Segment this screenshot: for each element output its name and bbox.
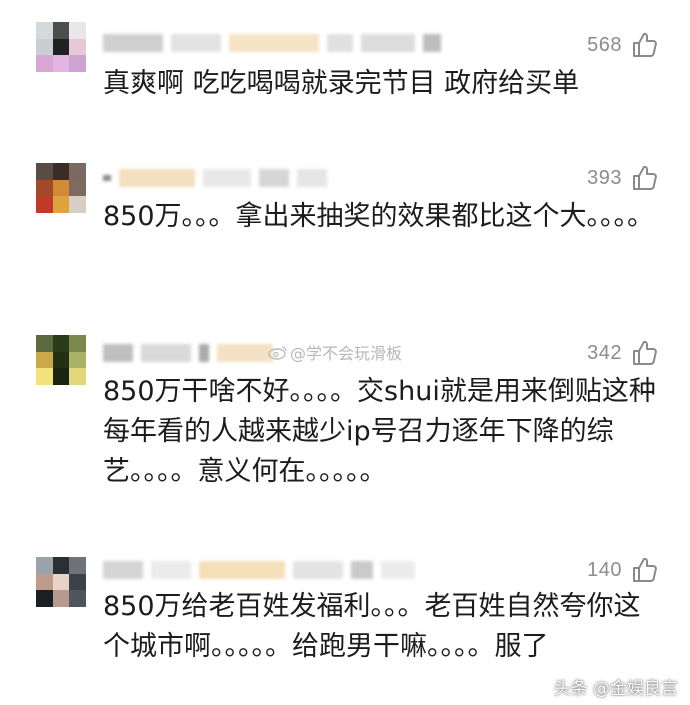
like-control[interactable]: 393 (587, 163, 660, 193)
avatar-pixel (52, 179, 70, 197)
avatar-pixel (36, 590, 53, 607)
avatar-pixel (69, 557, 86, 574)
avatar[interactable] (36, 22, 86, 72)
thumbs-up-icon[interactable] (630, 338, 660, 368)
comment-text: 850万干啥不好。。。。交shui就是用来倒贴这种每年看的人越来越少ip号召力逐… (103, 376, 656, 487)
like-count: 342 (587, 341, 622, 364)
avatar-pixel (52, 163, 70, 180)
avatar-pixel (36, 163, 53, 180)
toutiao-watermark: 头条 @金娱良言 (553, 679, 678, 699)
comment-text: 真爽啊 吃吃喝喝就录完节目 政府给买单 (103, 68, 580, 99)
avatar-pixel (36, 22, 53, 39)
avatar-pixel (36, 55, 53, 72)
avatar-pixel (69, 22, 86, 39)
avatar-pixel (52, 590, 70, 607)
username-blurred[interactable] (103, 167, 327, 189)
avatar-pixel (36, 368, 53, 385)
username-blurred[interactable] (103, 559, 415, 581)
avatar-pixel (69, 196, 86, 213)
weibo-logo-icon (268, 346, 287, 360)
avatar-pixel (69, 368, 86, 385)
avatar-pixel (52, 22, 70, 39)
avatar-pixel (52, 351, 70, 369)
avatar-pixel (52, 368, 70, 385)
like-count: 568 (587, 33, 622, 56)
weibo-watermark-text: @学不会玩滑板 (290, 344, 403, 363)
avatar-pixel (36, 573, 53, 591)
thumbs-up-icon[interactable] (630, 163, 660, 193)
avatar-pixel (52, 55, 70, 72)
avatar-pixel (69, 590, 86, 607)
avatar-pixel (69, 163, 86, 180)
avatar-pixel (52, 335, 70, 352)
avatar[interactable] (36, 335, 86, 385)
avatar-pixel (36, 335, 53, 352)
avatar-pixel (69, 38, 86, 56)
like-count: 140 (587, 558, 622, 581)
weibo-watermark: @学不会玩滑板 (268, 340, 402, 364)
avatar-pixel (69, 351, 86, 369)
avatar-pixel (36, 557, 53, 574)
avatar-pixel (52, 38, 70, 56)
like-count: 393 (587, 166, 622, 189)
avatar-pixel (36, 196, 53, 213)
avatar-pixel (36, 179, 53, 197)
avatar-pixel (36, 38, 53, 56)
avatar-pixel (69, 573, 86, 591)
avatar-pixel (36, 351, 53, 369)
like-control[interactable]: 568 (587, 30, 660, 60)
avatar-pixel (52, 196, 70, 213)
comment-text: 850万给老百姓发福利。。。老百姓自然夸你这个城市啊。。。。。给跑男干嘛。。。。… (103, 591, 641, 662)
username-blurred[interactable] (103, 32, 441, 54)
comment-text: 850万。。。拿出来抽奖的效果都比这个大。。。。 (103, 201, 655, 232)
avatar[interactable] (36, 163, 86, 213)
like-control[interactable]: 140 (587, 555, 660, 585)
avatar-pixel (69, 179, 86, 197)
avatar[interactable] (36, 557, 86, 607)
avatar-pixel (69, 335, 86, 352)
avatar-pixel (52, 557, 70, 574)
avatar-pixel (69, 55, 86, 72)
thumbs-up-icon[interactable] (630, 555, 660, 585)
like-control[interactable]: 342 (587, 338, 660, 368)
thumbs-up-icon[interactable] (630, 30, 660, 60)
avatar-pixel (52, 573, 70, 591)
username-blurred[interactable] (103, 342, 273, 364)
